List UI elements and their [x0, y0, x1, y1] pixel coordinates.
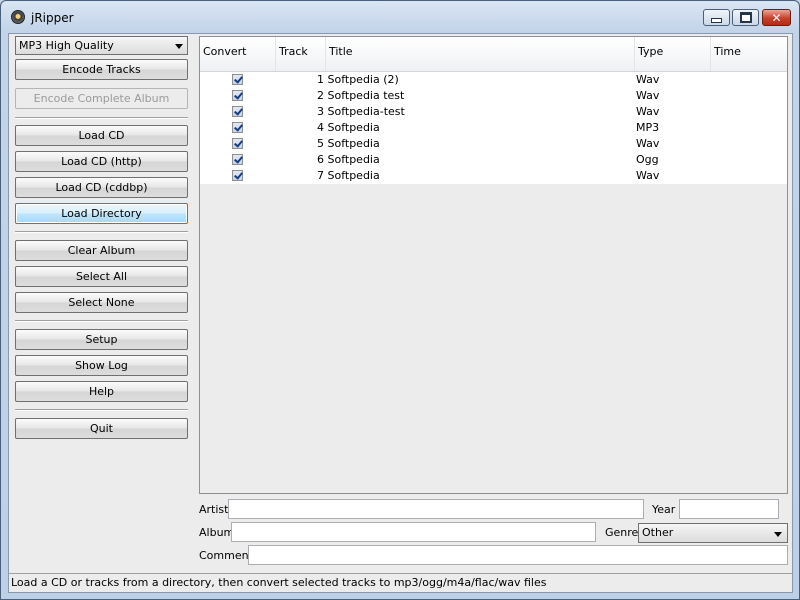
genre-label: Genre: [605, 526, 639, 539]
clear-album-button[interactable]: Clear Album: [15, 240, 188, 261]
select-all-button[interactable]: Select All: [15, 266, 188, 287]
album-label: Album: [199, 526, 235, 539]
album-input[interactable]: [231, 522, 596, 542]
convert-checkbox[interactable]: [232, 106, 243, 117]
convert-checkbox[interactable]: [232, 170, 243, 181]
setup-button[interactable]: Setup: [15, 329, 188, 350]
title-bar[interactable]: jRipper ✕: [1, 1, 799, 33]
load-cd-button[interactable]: Load CD: [15, 125, 188, 146]
column-header-track[interactable]: Track: [276, 37, 326, 71]
load-directory-button[interactable]: Load Directory: [15, 203, 188, 224]
comment-label: Comment: [199, 549, 253, 562]
show-log-button[interactable]: Show Log: [15, 355, 188, 376]
maximize-icon: [739, 12, 752, 23]
select-none-button[interactable]: Select None: [15, 292, 188, 313]
type-cell: Wav: [636, 73, 660, 86]
encode-album-button[interactable]: Encode Complete Album: [15, 88, 188, 109]
divider: [15, 320, 188, 322]
table-row[interactable]: 7 Softpedia Wav: [200, 168, 787, 184]
divider: [15, 231, 188, 233]
chevron-down-icon: [175, 44, 183, 49]
column-header-time[interactable]: Time: [711, 37, 787, 71]
load-cd-http-button[interactable]: Load CD (http): [15, 151, 188, 172]
type-cell: Ogg: [636, 153, 659, 166]
help-button[interactable]: Help: [15, 381, 188, 402]
load-cd-cddbp-button[interactable]: Load CD (cddbp): [15, 177, 188, 198]
year-input[interactable]: [679, 499, 779, 519]
title-cell: 1 Softpedia (2): [317, 73, 399, 86]
table-body: 1 Softpedia (2) Wav 2 Softpedia test Wav…: [200, 72, 787, 184]
encode-tracks-button[interactable]: Encode Tracks: [15, 59, 188, 80]
column-header-convert[interactable]: Convert: [200, 37, 276, 71]
genre-select-value: Other: [642, 526, 674, 539]
title-cell: 2 Softpedia test: [317, 89, 405, 102]
divider: [15, 117, 188, 119]
table-row[interactable]: 3 Softpedia-test Wav: [200, 104, 787, 120]
table-row[interactable]: 2 Softpedia test Wav: [200, 88, 787, 104]
divider: [15, 409, 188, 411]
artist-input[interactable]: [228, 499, 644, 519]
status-bar: Load a CD or tracks from a directory, th…: [9, 573, 792, 592]
convert-checkbox[interactable]: [232, 154, 243, 165]
title-cell: 3 Softpedia-test: [317, 105, 405, 118]
minimize-button[interactable]: [703, 9, 730, 26]
column-header-title[interactable]: Title: [326, 37, 635, 71]
title-cell: 6 Softpedia: [317, 153, 380, 166]
type-cell: Wav: [636, 169, 660, 182]
type-cell: Wav: [636, 105, 660, 118]
close-icon: ✕: [771, 10, 782, 25]
title-cell: 5 Softpedia: [317, 137, 380, 150]
table-row[interactable]: 5 Softpedia Wav: [200, 136, 787, 152]
convert-checkbox[interactable]: [232, 138, 243, 149]
table-row[interactable]: 1 Softpedia (2) Wav: [200, 72, 787, 88]
app-window: jRipper ✕ MP3 High Quality Encode Tracks…: [0, 0, 800, 600]
encoder-select-value: MP3 High Quality: [19, 39, 114, 52]
convert-checkbox[interactable]: [232, 122, 243, 133]
title-cell: 4 Softpedia: [317, 121, 380, 134]
window-title: jRipper: [31, 11, 74, 25]
minimize-icon: [711, 18, 722, 23]
close-button[interactable]: ✕: [762, 9, 791, 26]
encoder-select[interactable]: MP3 High Quality: [15, 36, 188, 55]
genre-select[interactable]: Other: [638, 523, 788, 543]
convert-checkbox[interactable]: [232, 74, 243, 85]
maximize-button[interactable]: [732, 9, 759, 26]
table-header: Convert Track Title Type Time: [200, 37, 787, 72]
table-row[interactable]: 6 Softpedia Ogg: [200, 152, 787, 168]
comment-input[interactable]: [248, 545, 788, 565]
type-cell: MP3: [636, 121, 660, 134]
chevron-down-icon: [774, 532, 782, 537]
convert-checkbox[interactable]: [232, 90, 243, 101]
main-panel: MP3 High Quality Encode Tracks Encode Co…: [8, 33, 793, 593]
type-cell: Wav: [636, 89, 660, 102]
table-row[interactable]: 4 Softpedia MP3: [200, 120, 787, 136]
title-cell: 7 Softpedia: [317, 169, 380, 182]
artist-label: Artist: [199, 503, 229, 516]
quit-button[interactable]: Quit: [15, 418, 188, 439]
year-label: Year: [652, 503, 676, 516]
cd-app-icon: [11, 10, 25, 24]
track-table[interactable]: Convert Track Title Type Time 1 Softpedi…: [199, 36, 788, 494]
type-cell: Wav: [636, 137, 660, 150]
column-header-type[interactable]: Type: [635, 37, 711, 71]
